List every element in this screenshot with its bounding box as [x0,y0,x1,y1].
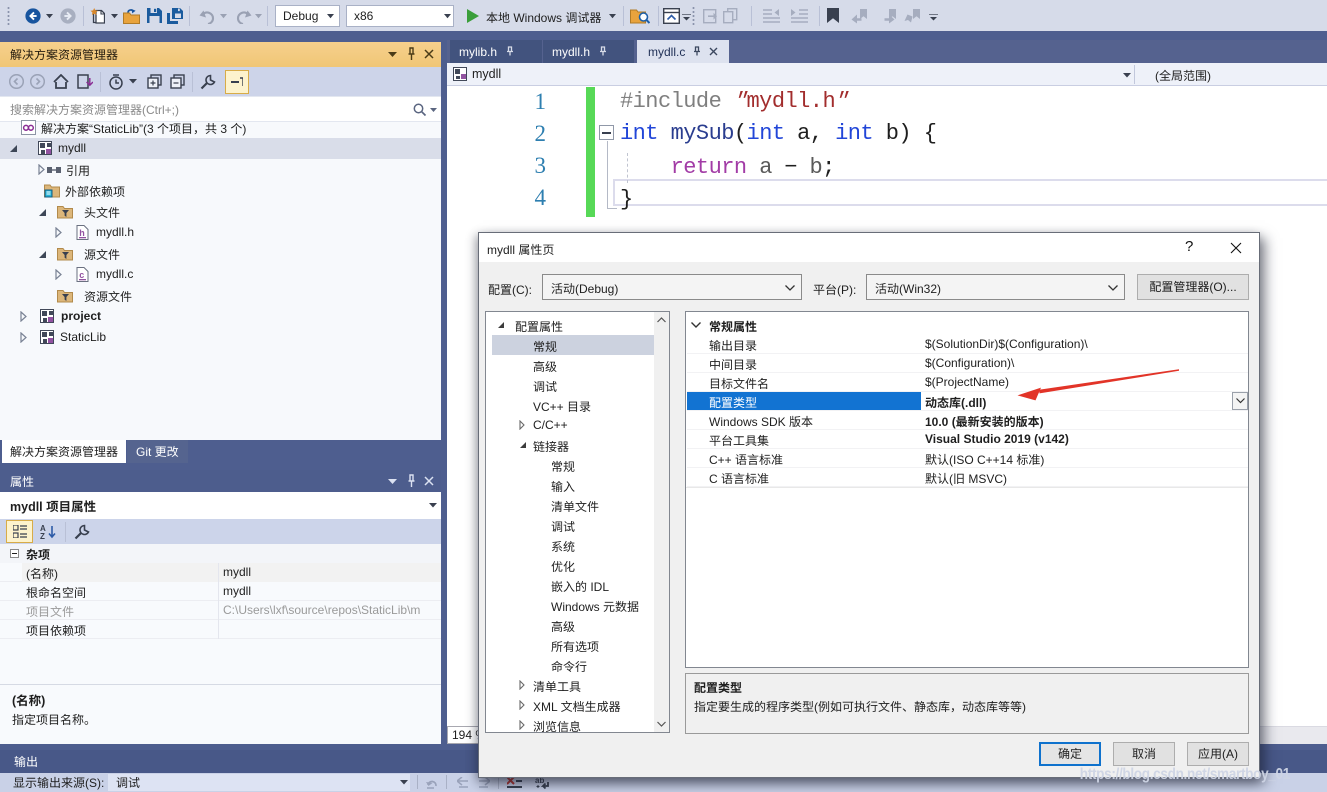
svg-text:c: c [79,270,84,280]
svg-text:Z: Z [40,532,45,540]
svg-text:h: h [79,228,85,238]
